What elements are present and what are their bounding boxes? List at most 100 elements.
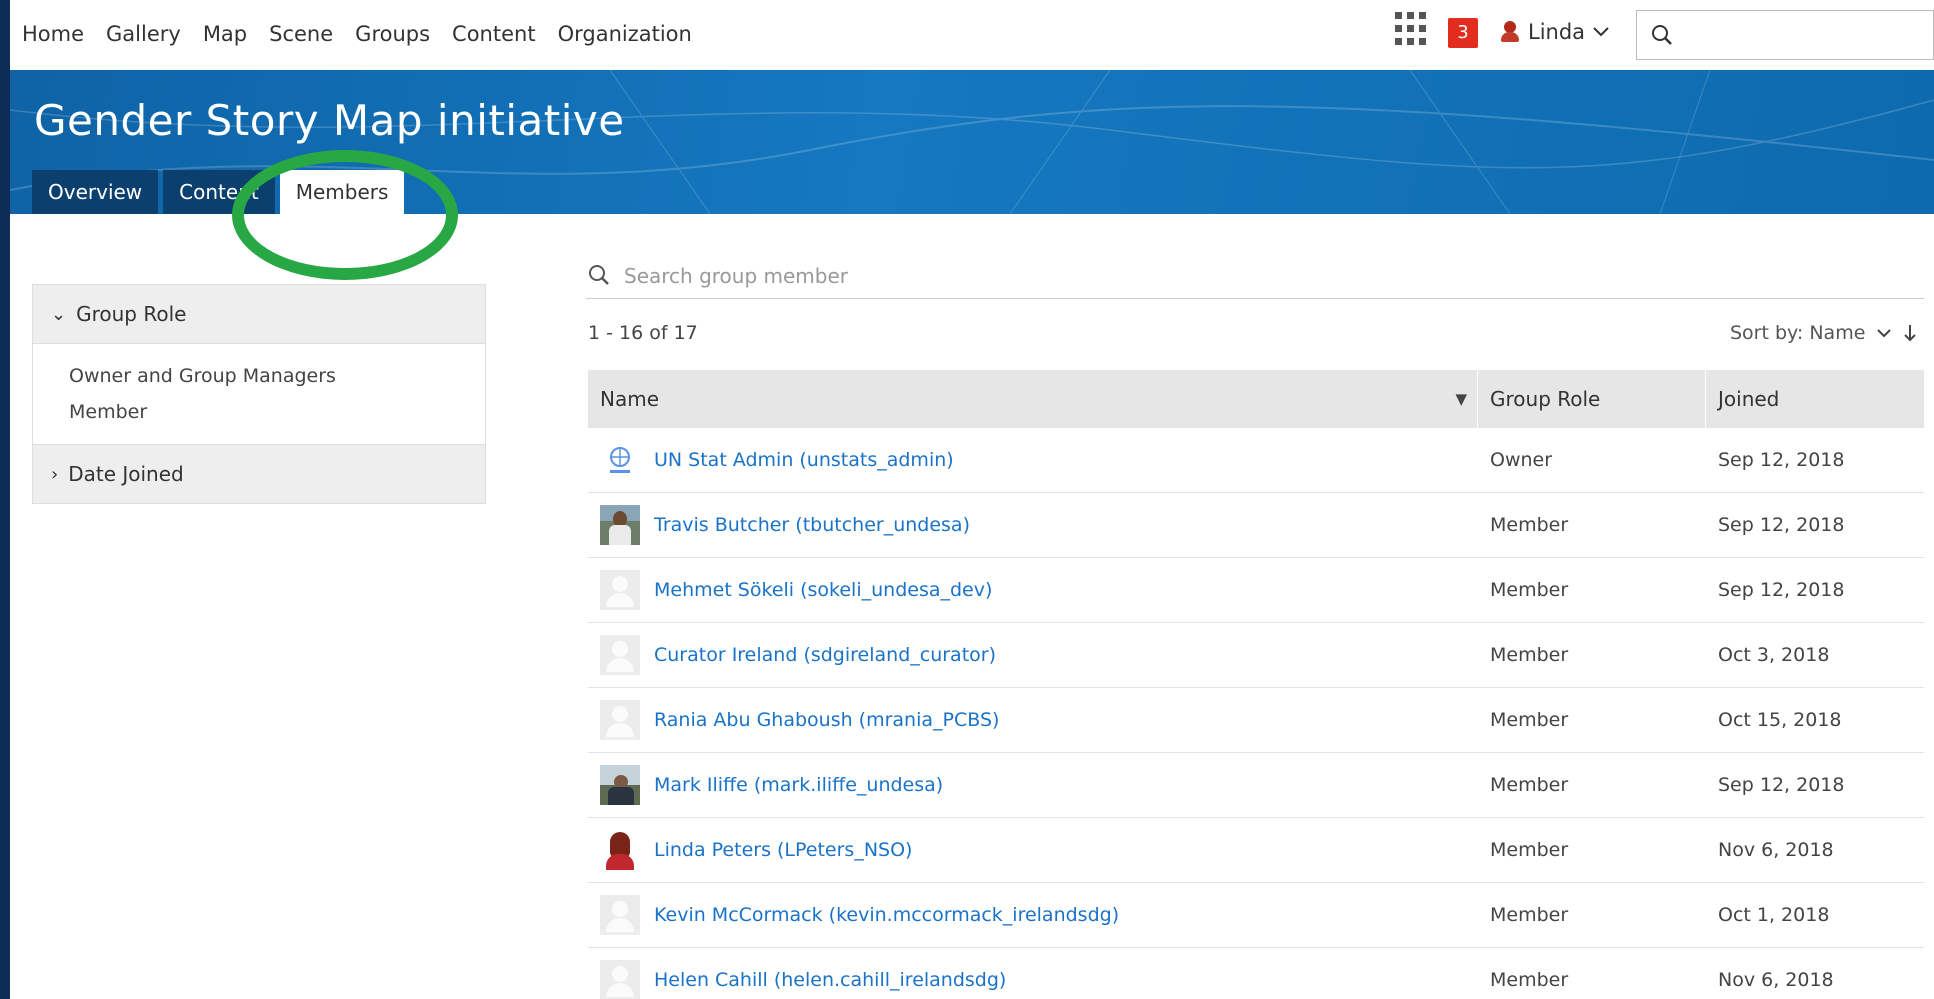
member-link[interactable]: Rania Abu Ghaboush (mrania_PCBS) — [654, 709, 999, 731]
nav-link-map[interactable]: Map — [203, 22, 247, 46]
member-joined: Sep 12, 2018 — [1718, 774, 1845, 796]
member-link[interactable]: UN Stat Admin (unstats_admin) — [654, 449, 954, 471]
member-role: Member — [1490, 904, 1569, 926]
avatar-placeholder-icon — [600, 895, 640, 935]
group-banner: Gender Story Map initiative Overview Con… — [10, 70, 1934, 214]
tab-overview[interactable]: Overview — [32, 170, 159, 214]
member-link[interactable]: Travis Butcher (tbutcher_undesa) — [654, 514, 970, 536]
chevron-down-icon: ⌄ — [51, 303, 67, 325]
member-link[interactable]: Mehmet Sökeli (sokeli_undesa_dev) — [654, 579, 992, 601]
results-count: 1 - 16 of 17 — [588, 322, 698, 344]
avatar-placeholder-icon — [600, 700, 640, 740]
member-role: Member — [1490, 514, 1569, 536]
avatar-placeholder-icon — [600, 960, 640, 999]
member-joined: Nov 6, 2018 — [1718, 969, 1834, 991]
member-role: Member — [1490, 644, 1569, 666]
chevron-down-icon — [1593, 27, 1609, 37]
member-link[interactable]: Mark Iliffe (mark.iliffe_undesa) — [654, 774, 943, 796]
sort-direction-icon[interactable] — [1903, 324, 1917, 342]
filter-group-role-header[interactable]: ⌄ Group Role — [33, 285, 485, 344]
table-header: Name ▼ Group Role Joined — [588, 370, 1924, 428]
member-cell: Helen Cahill (helen.cahill_irelandsdg) — [588, 960, 1478, 999]
global-search-input[interactable] — [1636, 10, 1934, 60]
member-role: Member — [1490, 579, 1569, 601]
member-joined: Oct 1, 2018 — [1718, 904, 1830, 926]
avatar-placeholder-icon — [600, 635, 640, 675]
table-row: Rania Abu Ghaboush (mrania_PCBS) Member … — [588, 688, 1924, 753]
sort-label: Sort by: Name — [1730, 322, 1866, 344]
filter-date-joined-label: Date Joined — [68, 462, 184, 486]
member-joined: Sep 12, 2018 — [1718, 514, 1845, 536]
table-row: Mehmet Sökeli (sokeli_undesa_dev) Member… — [588, 558, 1924, 623]
member-joined: Nov 6, 2018 — [1718, 839, 1834, 861]
app-window: Home Gallery Map Scene Groups Content Or… — [10, 0, 1934, 999]
member-role: Owner — [1490, 449, 1553, 471]
user-name: Linda — [1528, 20, 1586, 44]
member-search — [586, 254, 1924, 299]
nav-link-gallery[interactable]: Gallery — [106, 22, 181, 46]
table-row: UN Stat Admin (unstats_admin) Owner Sep … — [588, 428, 1924, 493]
member-cell: Mark Iliffe (mark.iliffe_undesa) — [588, 765, 1478, 805]
avatar — [600, 830, 640, 870]
group-tabs: Overview Content Members — [32, 170, 409, 214]
search-icon — [589, 265, 609, 285]
nav-link-home[interactable]: Home — [22, 22, 84, 46]
un-logo-icon — [600, 440, 640, 480]
member-link[interactable]: Curator Ireland (sdgireland_curator) — [654, 644, 996, 666]
app-launcher-icon[interactable] — [1395, 12, 1429, 46]
table-row: Linda Peters (LPeters_NSO) Member Nov 6,… — [588, 818, 1924, 883]
member-cell: Travis Butcher (tbutcher_undesa) — [588, 505, 1478, 545]
column-header-joined[interactable]: Joined — [1706, 370, 1924, 428]
nav-link-organization[interactable]: Organization — [558, 22, 692, 46]
member-cell: Mehmet Sökeli (sokeli_undesa_dev) — [588, 570, 1478, 610]
column-header-name-label: Name — [600, 387, 660, 411]
members-table: Name ▼ Group Role Joined UN Stat Admin (… — [588, 370, 1924, 999]
filter-panel: ⌄ Group Role Owner and Group Managers Me… — [32, 284, 486, 504]
member-joined: Sep 12, 2018 — [1718, 449, 1845, 471]
member-link[interactable]: Helen Cahill (helen.cahill_irelandsdg) — [654, 969, 1006, 991]
filter-option-owner-managers[interactable]: Owner and Group Managers — [69, 358, 485, 394]
filter-option-member[interactable]: Member — [69, 394, 485, 430]
nav-link-scene[interactable]: Scene — [269, 22, 333, 46]
member-role: Member — [1490, 774, 1569, 796]
member-joined: Oct 15, 2018 — [1718, 709, 1842, 731]
avatar-placeholder-icon — [600, 570, 640, 610]
member-cell: Kevin McCormack (kevin.mccormack_ireland… — [588, 895, 1478, 935]
avatar — [600, 505, 640, 545]
member-role: Member — [1490, 969, 1569, 991]
table-row: Helen Cahill (helen.cahill_irelandsdg) M… — [588, 948, 1924, 999]
sort-control[interactable]: Sort by: Name — [1730, 322, 1917, 344]
member-role: Member — [1490, 839, 1569, 861]
member-link[interactable]: Linda Peters (LPeters_NSO) — [654, 839, 912, 861]
tab-members[interactable]: Members — [279, 170, 405, 214]
user-avatar-icon — [1500, 21, 1520, 43]
column-header-name[interactable]: Name ▼ — [588, 370, 1478, 428]
member-role: Member — [1490, 709, 1569, 731]
nav-link-groups[interactable]: Groups — [355, 22, 430, 46]
filter-group-role-options: Owner and Group Managers Member — [33, 344, 485, 444]
filter-date-joined-header[interactable]: › Date Joined — [33, 444, 485, 503]
avatar — [600, 765, 640, 805]
member-joined: Sep 12, 2018 — [1718, 579, 1845, 601]
table-row: Mark Iliffe (mark.iliffe_undesa) Member … — [588, 753, 1924, 818]
tab-content[interactable]: Content — [163, 170, 275, 214]
table-row: Curator Ireland (sdgireland_curator) Mem… — [588, 623, 1924, 688]
member-joined: Oct 3, 2018 — [1718, 644, 1830, 666]
chevron-right-icon: › — [51, 463, 59, 485]
notification-badge[interactable]: 3 — [1448, 18, 1478, 48]
sort-caret-icon: ▼ — [1455, 390, 1467, 408]
nav-links: Home Gallery Map Scene Groups Content Or… — [22, 22, 714, 46]
column-header-role[interactable]: Group Role — [1478, 370, 1706, 428]
table-row: Travis Butcher (tbutcher_undesa) Member … — [588, 493, 1924, 558]
search-icon — [1652, 25, 1672, 45]
member-cell: Linda Peters (LPeters_NSO) — [588, 830, 1478, 870]
member-search-input[interactable] — [622, 258, 1826, 294]
table-row: Kevin McCormack (kevin.mccormack_ireland… — [588, 883, 1924, 948]
nav-link-content[interactable]: Content — [452, 22, 536, 46]
member-cell: UN Stat Admin (unstats_admin) — [588, 440, 1478, 480]
member-cell: Curator Ireland (sdgireland_curator) — [588, 635, 1478, 675]
member-link[interactable]: Kevin McCormack (kevin.mccormack_ireland… — [654, 904, 1119, 926]
user-menu[interactable]: Linda — [1500, 20, 1609, 44]
member-cell: Rania Abu Ghaboush (mrania_PCBS) — [588, 700, 1478, 740]
group-title: Gender Story Map initiative — [34, 96, 625, 145]
